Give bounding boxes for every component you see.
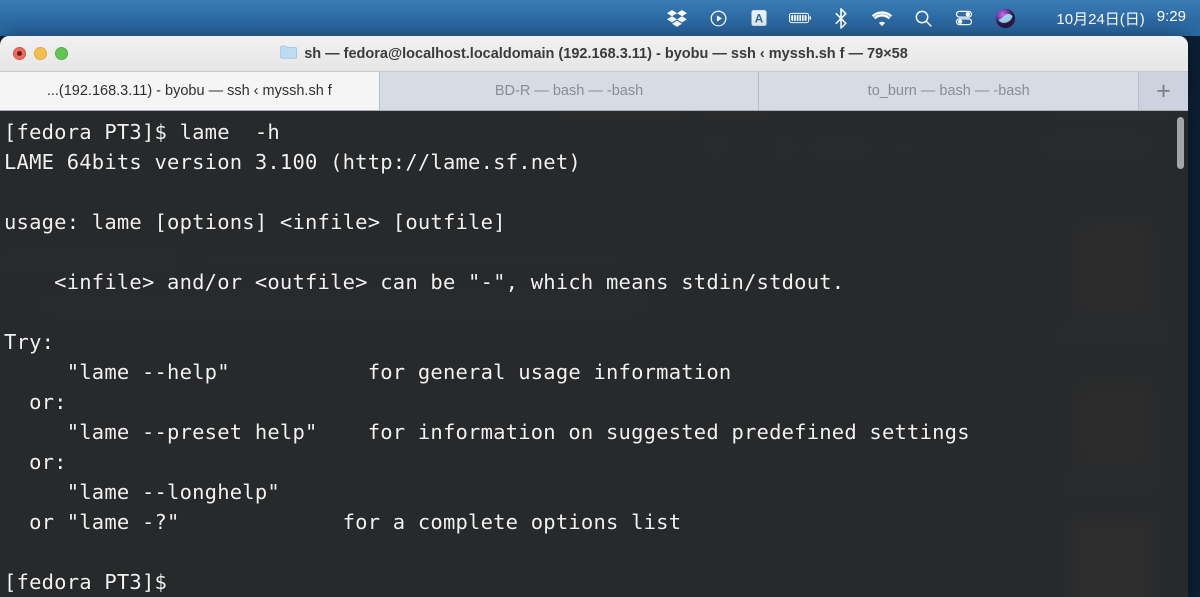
tab-bar[interactable]: ...(192.168.3.11) - byobu — ssh ‹ myssh.… bbox=[0, 72, 1188, 111]
tab-ssh-session[interactable]: ...(192.168.3.11) - byobu — ssh ‹ myssh.… bbox=[0, 72, 380, 110]
wifi-icon[interactable] bbox=[871, 7, 893, 29]
terminal-output: [fedora PT3]$ lame -h LAME 64bits versio… bbox=[4, 120, 970, 594]
menu-bar: A 10月24日(日) 9:29 bbox=[0, 0, 1200, 36]
input-source-a-icon[interactable]: A bbox=[748, 7, 770, 29]
tab-bdr-bash[interactable]: BD-R — bash — -bash bbox=[379, 72, 760, 110]
menu-bar-clock[interactable]: 10月24日(日) 9:29 bbox=[1056, 8, 1186, 29]
new-tab-button[interactable]: + bbox=[1139, 72, 1188, 110]
window-title-text: sh — fedora@localhost.localdomain (192.1… bbox=[304, 45, 908, 62]
menu-bar-date: 10月24日(日) bbox=[1056, 10, 1145, 28]
folder-icon bbox=[280, 45, 298, 63]
close-button[interactable] bbox=[13, 47, 26, 60]
tab-label: to_burn — bash — -bash bbox=[867, 83, 1030, 99]
terminal-scrollbar[interactable] bbox=[1177, 117, 1184, 169]
svg-text:A: A bbox=[755, 12, 764, 25]
siri-icon[interactable] bbox=[994, 7, 1016, 29]
menu-bar-tray: A 10月24日(日) 9:29 bbox=[666, 7, 1186, 29]
new-tab-label: + bbox=[1156, 76, 1171, 105]
menu-bar-time: 9:29 bbox=[1156, 7, 1186, 25]
play-circle-icon[interactable] bbox=[707, 7, 729, 29]
tab-label: ...(192.168.3.11) - byobu — ssh ‹ myssh.… bbox=[46, 83, 332, 99]
terminal-body[interactable]: [fedora PT3]$ lame -h LAME 64bits versio… bbox=[0, 111, 1188, 597]
control-center-icon[interactable] bbox=[953, 7, 975, 29]
bluetooth-icon[interactable] bbox=[830, 7, 852, 29]
minimize-button[interactable] bbox=[34, 47, 47, 60]
window-title: sh — fedora@localhost.localdomain (192.1… bbox=[0, 45, 1188, 63]
tab-label: BD-R — bash — -bash bbox=[494, 83, 644, 99]
zoom-button[interactable] bbox=[55, 47, 68, 60]
tab-to-burn-bash[interactable]: to_burn — bash — -bash bbox=[759, 72, 1140, 110]
window-title-bar[interactable]: sh — fedora@localhost.localdomain (192.1… bbox=[0, 36, 1188, 72]
dropbox-icon[interactable] bbox=[666, 7, 688, 29]
traffic-lights bbox=[13, 47, 68, 60]
terminal-window[interactable]: sh — fedora@localhost.localdomain (192.1… bbox=[0, 36, 1188, 597]
battery-icon[interactable] bbox=[789, 7, 812, 29]
search-icon[interactable] bbox=[912, 7, 934, 29]
